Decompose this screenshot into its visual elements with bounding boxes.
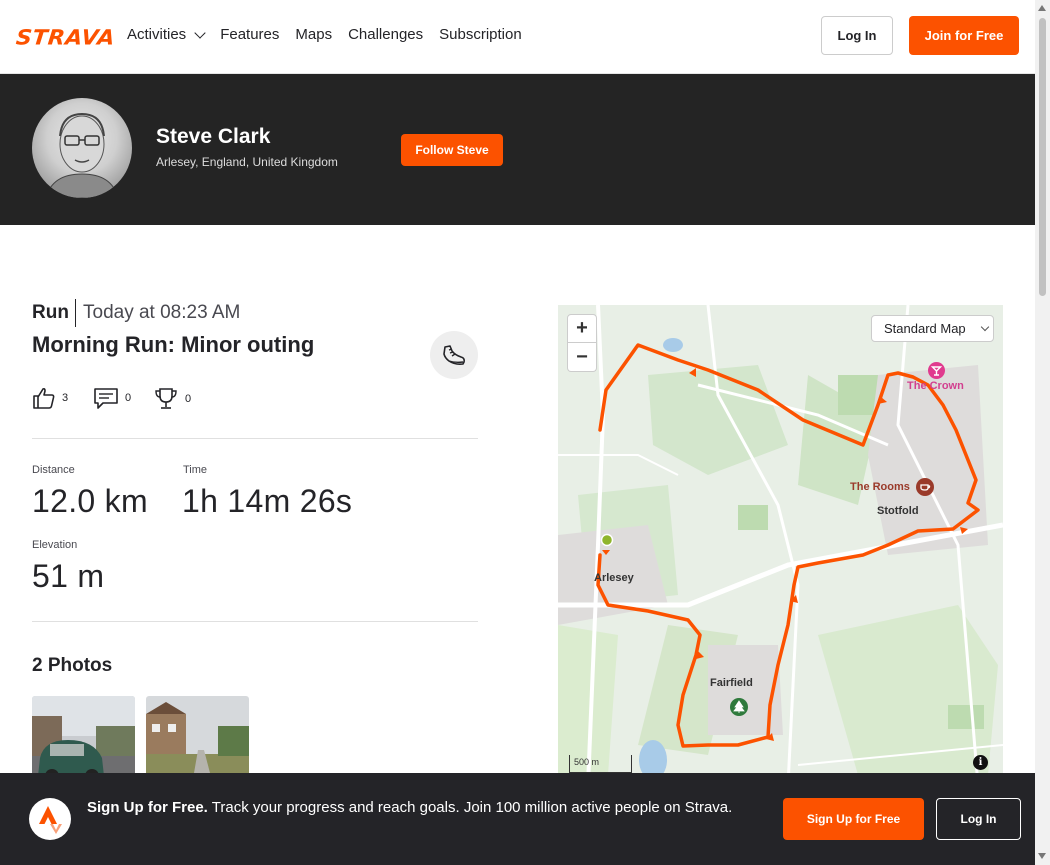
park-marker[interactable] xyxy=(730,698,748,716)
time-label: Time xyxy=(183,464,208,476)
strava-logo[interactable]: STRAVA xyxy=(15,27,116,51)
banner-signup-button[interactable]: Sign Up for Free xyxy=(783,798,924,840)
photos-heading: 2 Photos xyxy=(32,655,113,676)
cocktail-icon xyxy=(930,366,943,376)
map-style-value: Standard Map xyxy=(884,321,966,336)
map-attribution-info-icon[interactable]: i xyxy=(973,755,988,770)
nav-features[interactable]: Features xyxy=(220,26,279,43)
trophy-icon xyxy=(155,388,177,409)
stats-divider-bottom xyxy=(32,621,478,622)
tree-icon xyxy=(733,700,745,713)
nav-subscription[interactable]: Subscription xyxy=(439,26,522,43)
activity-timestamp: Today at 08:23 AM xyxy=(83,302,241,323)
signup-banner: Sign Up for Free. Track your progress an… xyxy=(0,773,1035,865)
achievement-count: 0 xyxy=(185,393,192,405)
bar-icon[interactable] xyxy=(928,362,945,379)
comment-icon xyxy=(94,388,118,409)
kudos-button[interactable]: 3 xyxy=(32,386,68,410)
athlete-name[interactable]: Steve Clark xyxy=(156,125,270,149)
distance-value: 12.0 km xyxy=(32,483,148,519)
banner-message: Sign Up for Free. Track your progress an… xyxy=(87,797,757,819)
time-value: 1h 14m 26s xyxy=(182,483,353,519)
join-button[interactable]: Join for Free xyxy=(909,16,1019,55)
scroll-down-arrow-icon[interactable] xyxy=(1038,853,1046,859)
thumbs-up-icon xyxy=(33,387,55,409)
top-navigation: STRAVA Activities Features Maps Challeng… xyxy=(0,0,1035,74)
elevation-label: Elevation xyxy=(32,539,78,551)
chevron-down-icon xyxy=(980,322,989,331)
scroll-thumb[interactable] xyxy=(1039,18,1046,296)
nav-activities[interactable]: Activities xyxy=(127,26,206,43)
scroll-up-arrow-icon[interactable] xyxy=(1038,5,1046,11)
nav-maps[interactable]: Maps xyxy=(295,26,332,43)
banner-login-button[interactable]: Log In xyxy=(936,798,1021,840)
athlete-avatar[interactable] xyxy=(32,98,132,198)
page-scrollbar[interactable] xyxy=(1035,0,1050,865)
sport-shoe-button[interactable] xyxy=(430,331,478,379)
banner-body: Track your progress and reach goals. Joi… xyxy=(211,799,733,816)
zoom-in-button[interactable]: + xyxy=(567,314,597,343)
cafe-marker[interactable] xyxy=(916,478,934,496)
place-label-stotfold: Stotfold xyxy=(877,505,919,517)
stats-divider-top xyxy=(32,438,478,439)
elevation-value: 51 m xyxy=(32,558,105,594)
place-label-arlesey: Arlesey xyxy=(594,572,634,584)
follow-button[interactable]: Follow Steve xyxy=(401,134,503,166)
main-menu: Activities Features Maps Challenges Subs… xyxy=(127,26,522,43)
athlete-header: Steve Clark Arlesey, England, United Kin… xyxy=(0,74,1035,225)
comment-count: 0 xyxy=(125,392,132,404)
nav-challenges[interactable]: Challenges xyxy=(348,26,423,43)
comments-button[interactable]: 0 xyxy=(93,386,131,410)
distance-label: Distance xyxy=(32,464,75,476)
activity-title: Morning Run: Minor outing xyxy=(32,332,315,357)
kudos-count: 3 xyxy=(62,392,69,404)
achievements-button[interactable]: 0 xyxy=(153,386,191,412)
coffee-cup-icon xyxy=(920,484,931,491)
activity-type-divider xyxy=(75,299,76,327)
route-map[interactable]: Arlesey Stotfold Fairfield The Crown The… xyxy=(558,305,1003,785)
activity-type: Run xyxy=(32,302,69,323)
athlete-location: Arlesey, England, United Kingdom xyxy=(156,155,338,169)
poi-label-the-crown: The Crown xyxy=(907,380,964,392)
running-shoe-icon xyxy=(443,345,465,365)
zoom-out-button[interactable]: − xyxy=(567,343,597,372)
strava-chevron-icon xyxy=(39,806,62,834)
banner-headline: Sign Up for Free. xyxy=(87,799,208,816)
poi-label-the-rooms: The Rooms xyxy=(850,481,910,493)
login-button[interactable]: Log In xyxy=(821,16,893,55)
avatar-portrait-icon xyxy=(45,112,119,198)
strava-logo-icon xyxy=(29,798,71,840)
nav-activities-label: Activities xyxy=(127,26,187,43)
chevron-down-icon xyxy=(194,26,206,39)
map-style-select[interactable]: Standard Map xyxy=(871,315,994,342)
place-label-fairfield: Fairfield xyxy=(710,677,753,689)
map-scale-label: 500 m xyxy=(574,757,600,767)
